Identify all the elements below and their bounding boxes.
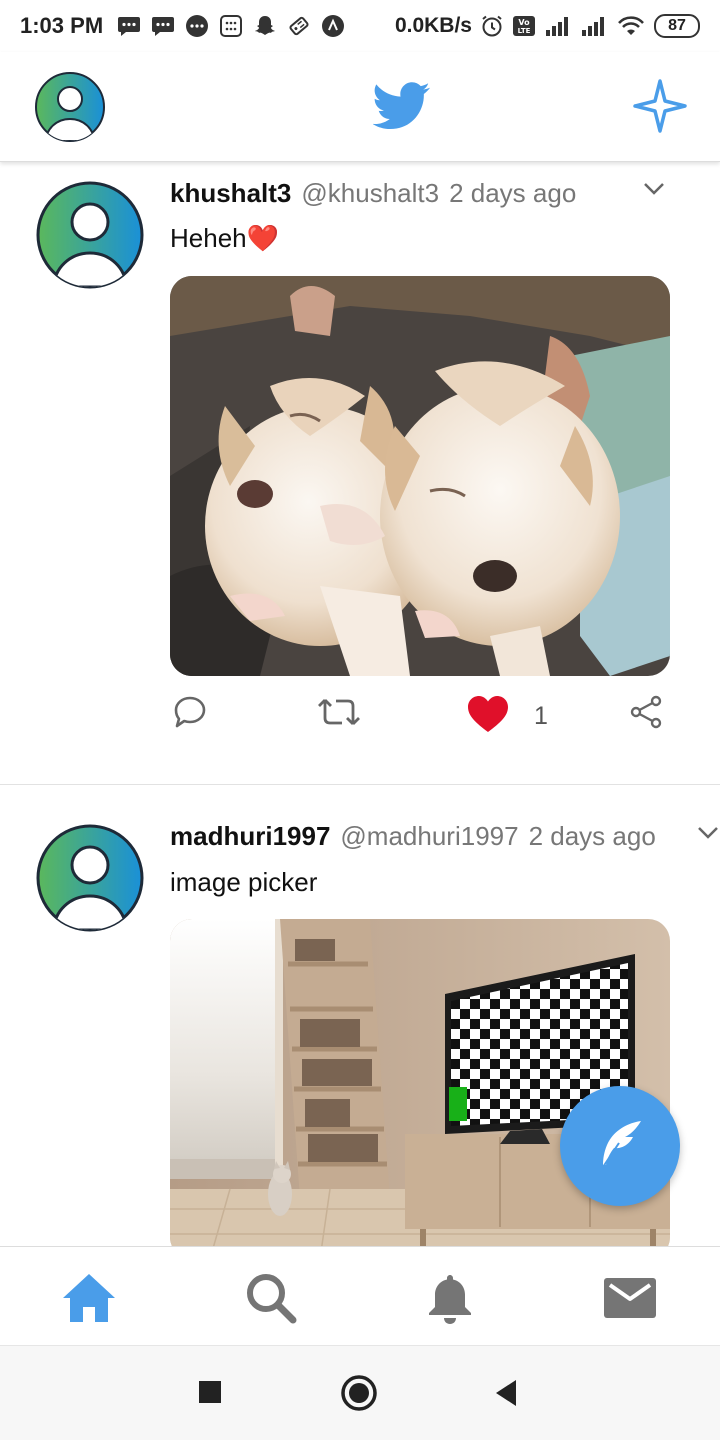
svg-text:Vo: Vo [518,18,530,27]
message-icon [151,15,175,37]
notifications-icon[interactable] [426,1271,474,1332]
reply-icon[interactable] [172,694,208,730]
search-icon[interactable] [244,1271,298,1330]
wifi-icon [616,14,646,38]
like-count: 1 [534,702,548,730]
user-name[interactable]: khushalt3 [170,178,291,209]
chat-icon [185,14,209,38]
bottom-navigation [0,1246,720,1345]
status-time: 1:03 PM [20,13,104,38]
share-icon[interactable] [628,694,664,730]
tweet-time: 2 days ago [449,178,577,208]
chevron-down-icon[interactable] [697,825,719,846]
app-bar [0,52,720,162]
tweet-time: 2 days ago [528,821,656,851]
heart-icon [466,694,510,739]
home-button-icon[interactable] [340,1374,378,1417]
twitter-bird-icon [372,82,431,135]
user-avatar-icon[interactable] [36,181,144,294]
user-handle: @khushalt3 [301,178,440,208]
battery-icon: 87 [654,14,700,38]
tweet-text: Heheh❤️ [170,223,279,253]
retweet-icon[interactable] [316,694,362,730]
like-button[interactable]: 1 [466,694,548,739]
tweet-header: khushalt3 @khushalt3 2 days ago [170,178,576,209]
compose-tweet-button[interactable] [560,1086,680,1206]
status-bar: 1:03 PM 0.0KB/s Vo LTE 87 [0,0,720,52]
signal-icon [544,15,572,37]
puppies-photo[interactable] [170,276,670,676]
system-navigation-bar [0,1345,720,1440]
volte-icon: Vo LTE [512,14,536,38]
snapchat-icon [253,14,277,38]
sparkle-icon[interactable] [632,78,688,139]
chevron-down-icon[interactable] [642,181,666,202]
tag-icon [287,14,311,38]
calculator-icon [219,14,243,38]
back-icon[interactable] [494,1379,518,1412]
messages-icon[interactable] [603,1277,657,1324]
user-handle: @madhuri1997 [340,821,519,851]
app-icon [321,14,345,38]
profile-avatar-icon[interactable] [34,71,106,148]
svg-text:LTE: LTE [518,27,531,35]
signal-icon [580,15,608,37]
system-status: 0.0KB/s Vo LTE 87 [395,14,700,38]
recent-apps-icon[interactable] [198,1380,222,1409]
feather-icon [591,1115,649,1178]
tweet-text: image picker [170,867,318,897]
network-speed: 0.0KB/s [394,14,472,37]
tweet-actions: 1 [170,694,670,738]
home-icon[interactable] [60,1271,118,1330]
user-name[interactable]: madhuri1997 [170,821,330,852]
timeline-feed[interactable]: khushalt3 @khushalt3 2 days ago Heheh❤️ [0,163,720,1246]
tweet-card[interactable]: khushalt3 @khushalt3 2 days ago Heheh❤️ [0,163,720,785]
user-avatar-icon[interactable] [36,824,144,937]
notification-icons [117,14,345,38]
alarm-icon [480,14,504,38]
tweet-header: madhuri1997 @madhuri1997 2 days ago [170,821,656,852]
message-icon [117,15,141,37]
